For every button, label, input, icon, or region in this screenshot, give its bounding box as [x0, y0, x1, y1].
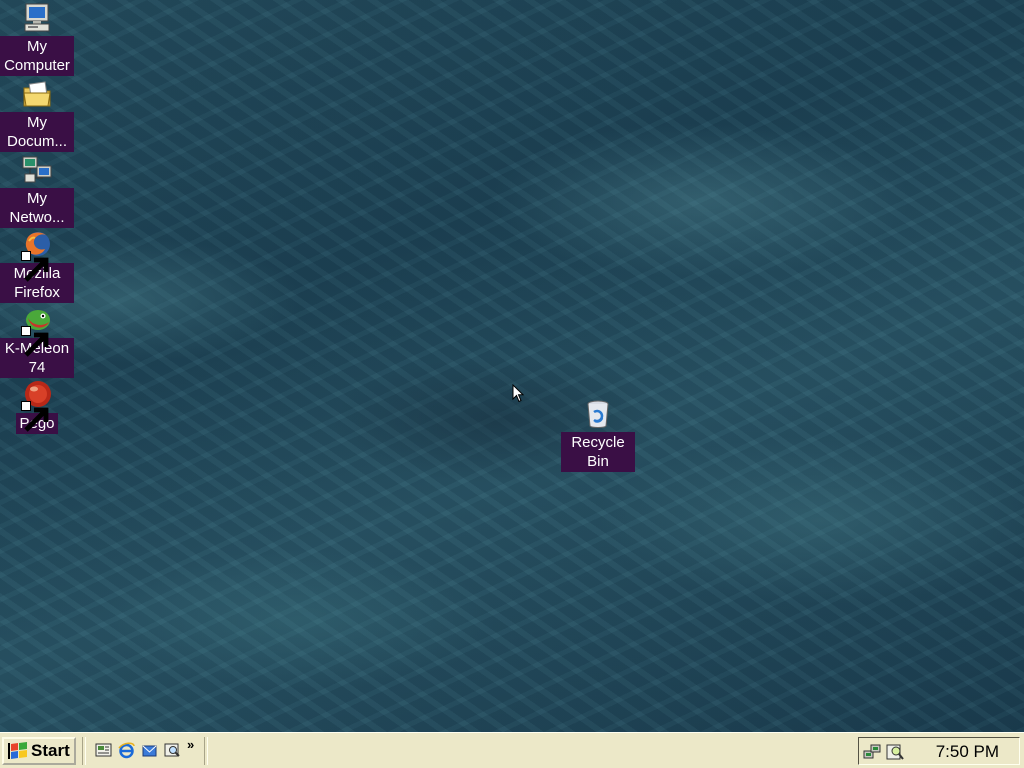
- desktop-icon-recycle-bin[interactable]: Recycle Bin: [561, 398, 635, 472]
- desktop-icon-label: My Docum...: [0, 112, 74, 152]
- desktop-icon-my-network[interactable]: My Netwo...: [0, 154, 74, 228]
- desktop-icon-label: My Computer: [0, 36, 74, 76]
- mouse-cursor-icon: [512, 384, 525, 403]
- shortcut-arrow-icon: [21, 326, 49, 357]
- internet-explorer-icon[interactable]: [115, 739, 137, 761]
- start-label: Start: [31, 741, 70, 760]
- search-icon[interactable]: [161, 739, 183, 761]
- taskbar: Start » 7:50 PM: [0, 732, 1024, 768]
- firefox-icon: [21, 229, 53, 282]
- taskbar-separator: [204, 737, 208, 765]
- network-connection-icon[interactable]: [863, 742, 883, 762]
- recycle-bin-icon: [582, 398, 614, 430]
- show-desktop-icon[interactable]: [92, 739, 114, 761]
- desktop-icon-my-computer[interactable]: My Computer: [0, 2, 74, 76]
- shortcut-arrow-icon: [21, 401, 49, 432]
- outlook-express-icon[interactable]: [138, 739, 160, 761]
- windows-logo-icon: [8, 742, 27, 759]
- desktop-icon-label: Recycle Bin: [561, 432, 635, 472]
- desktop-icon-label: My Netwo...: [0, 188, 74, 228]
- k-meleon-icon: [21, 304, 53, 357]
- desktop-icon-pego[interactable]: Pego: [0, 379, 74, 434]
- start-button[interactable]: Start: [2, 737, 76, 765]
- desktop-icon-mozilla-firefox[interactable]: Mozilla Firefox: [0, 229, 74, 303]
- system-tray: 7:50 PM: [858, 737, 1020, 765]
- my-documents-icon: [21, 78, 53, 110]
- quick-launch-more-button[interactable]: »: [187, 738, 194, 763]
- clock[interactable]: 7:50 PM: [936, 742, 999, 762]
- desktop-icon-k-meleon[interactable]: K-Meleon 74: [0, 304, 74, 378]
- quick-launch-bar: »: [92, 738, 194, 763]
- desktop[interactable]: My Computer My Docum... My Netwo... Mozi…: [0, 0, 1024, 732]
- search-tray-icon[interactable]: [885, 742, 905, 762]
- my-network-icon: [21, 154, 53, 186]
- pego-icon: [21, 379, 53, 432]
- taskbar-separator: [82, 737, 86, 765]
- my-computer-icon: [21, 2, 53, 34]
- shortcut-arrow-icon: [21, 251, 49, 282]
- desktop-icon-my-documents[interactable]: My Docum...: [0, 78, 74, 152]
